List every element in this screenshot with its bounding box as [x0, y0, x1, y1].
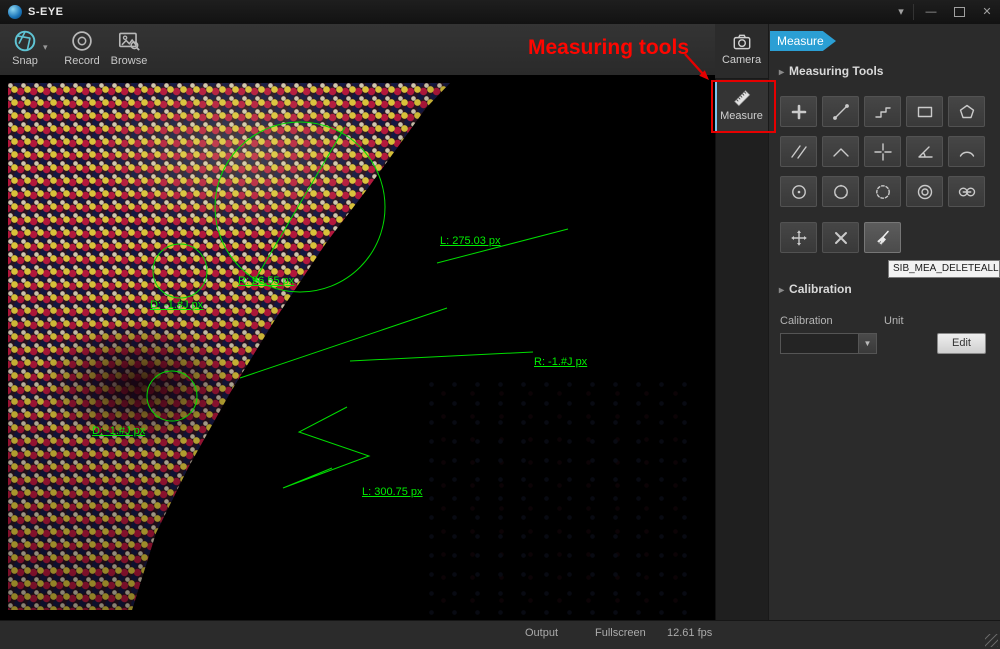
tool-angle-button[interactable]	[822, 136, 859, 167]
measuring-tools-header[interactable]: ▸ Measuring Tools	[779, 64, 883, 78]
tool-circle-button[interactable]	[822, 176, 859, 207]
dashed-circle-icon	[873, 182, 893, 202]
measurement-label: R: -1.#J px	[534, 356, 587, 368]
browse-label: Browse	[107, 55, 151, 67]
measure-circle-small-2	[147, 371, 197, 421]
tool-line-button[interactable]	[822, 96, 859, 127]
calibration-label: Calibration	[780, 315, 833, 327]
tool-delete-button[interactable]	[822, 222, 859, 253]
tool-annulus-button[interactable]	[906, 176, 943, 207]
maximize-icon	[954, 7, 965, 17]
calibration-header-label: Calibration	[789, 282, 852, 296]
edit-button[interactable]: Edit	[937, 333, 986, 354]
measure-polyline	[283, 407, 369, 488]
tutorial-annotation-text: Measuring tools	[528, 36, 689, 60]
tool-polyline-button[interactable]	[864, 96, 901, 127]
collapse-arrow-icon: ▸	[779, 67, 784, 78]
window-menu-button[interactable]: ▾	[888, 0, 914, 23]
tooltip: SIB_MEA_DELETEALL	[888, 260, 1000, 278]
title-bar: S-EYE ▾ — ✕	[0, 0, 1000, 25]
move-icon	[789, 228, 809, 248]
tool-move-button[interactable]	[780, 222, 817, 253]
measure-line-2	[240, 308, 447, 378]
window-title: S-EYE	[28, 6, 64, 18]
arc-icon	[957, 142, 977, 162]
rectangle-icon	[915, 102, 935, 122]
measuring-tools-grid	[780, 96, 985, 207]
status-output[interactable]: Output	[525, 627, 558, 639]
titlebar-separator	[913, 4, 914, 20]
selected-tab-tag: Measure	[770, 31, 836, 51]
status-bar	[0, 620, 1000, 649]
tab-camera-label: Camera	[715, 54, 768, 66]
s-eye-window: S-EYE ▾ — ✕ Snap ▾ Record	[0, 0, 1000, 649]
browse-button[interactable]: Browse	[107, 24, 151, 75]
snap-dropdown-caret[interactable]: ▾	[43, 42, 48, 53]
minimize-icon: —	[926, 6, 937, 18]
chevron-down-icon: ▾	[898, 5, 904, 18]
measure-diameter-line	[252, 127, 345, 285]
chevron-down-icon[interactable]: ▼	[858, 334, 876, 353]
status-fps: 12.61 fps	[667, 627, 712, 639]
record-icon	[69, 28, 95, 54]
tool-angle-vertex-button[interactable]	[906, 136, 943, 167]
status-fullscreen[interactable]: Fullscreen	[595, 627, 646, 639]
measurement-label: R: 96.55 px	[238, 275, 294, 287]
close-icon: ✕	[982, 5, 991, 18]
minimize-button[interactable]: —	[918, 0, 944, 23]
app-logo-icon	[8, 5, 22, 19]
double-circle-icon	[957, 182, 977, 202]
maximize-button[interactable]	[946, 0, 972, 23]
angle-vertex-icon	[915, 142, 935, 162]
measure-radius-line	[350, 352, 533, 361]
angle-icon	[831, 142, 851, 162]
record-label: Record	[60, 55, 104, 67]
measure-circle-large	[215, 122, 385, 292]
measuring-tools-header-label: Measuring Tools	[789, 64, 883, 78]
calibration-select[interactable]: ▼	[780, 333, 877, 354]
close-button[interactable]: ✕	[974, 0, 1000, 23]
tool-parallel-lines-button[interactable]	[780, 136, 817, 167]
measurement-label: L: 275.03 px	[440, 235, 501, 247]
snap-aperture-icon	[12, 28, 38, 54]
collapse-arrow-icon: ▸	[779, 285, 784, 296]
record-button[interactable]: Record	[60, 24, 104, 75]
annulus-icon	[915, 182, 935, 202]
tool-crosshair-button[interactable]	[864, 136, 901, 167]
tool-point-button[interactable]	[780, 96, 817, 127]
polygon-icon	[957, 102, 977, 122]
measure-circle-small-1	[153, 244, 207, 298]
parallel-lines-icon	[789, 142, 809, 162]
tool-dashed-circle-button[interactable]	[864, 176, 901, 207]
measurement-label: L: 300.75 px	[362, 486, 423, 498]
tool-center-circle-button[interactable]	[780, 176, 817, 207]
resize-grip[interactable]	[985, 634, 998, 647]
snap-button[interactable]: Snap	[6, 24, 44, 75]
tool-arc-button[interactable]	[948, 136, 985, 167]
calibration-header[interactable]: ▸ Calibration	[779, 282, 852, 296]
polyline-icon	[873, 102, 893, 122]
circle-icon	[831, 182, 851, 202]
measurement-overlay	[0, 75, 715, 620]
tab-camera[interactable]: Camera	[715, 24, 768, 79]
tool-polygon-button[interactable]	[948, 96, 985, 127]
crosshair-icon	[873, 142, 893, 162]
snap-label: Snap	[6, 55, 44, 67]
measuring-tools-grid-row2	[780, 222, 985, 253]
center-circle-icon	[789, 182, 809, 202]
broom-icon	[873, 228, 893, 248]
delete-icon	[831, 228, 851, 248]
tool-rectangle-button[interactable]	[906, 96, 943, 127]
camera-icon	[730, 31, 754, 53]
browse-icon	[116, 28, 142, 54]
unit-label: Unit	[884, 315, 904, 327]
tutorial-highlight-box	[711, 80, 776, 133]
camera-viewport[interactable]: R: 96.55 px D: -1.#J px L: 275.03 px R: …	[0, 75, 715, 620]
tool-delete-all-button[interactable]	[864, 222, 901, 253]
point-icon	[789, 102, 809, 122]
measurement-label: D: -1.#J px	[150, 299, 203, 311]
measurement-label: D: -1.#J px	[92, 425, 145, 437]
line-icon	[831, 102, 851, 122]
tool-double-circle-button[interactable]	[948, 176, 985, 207]
